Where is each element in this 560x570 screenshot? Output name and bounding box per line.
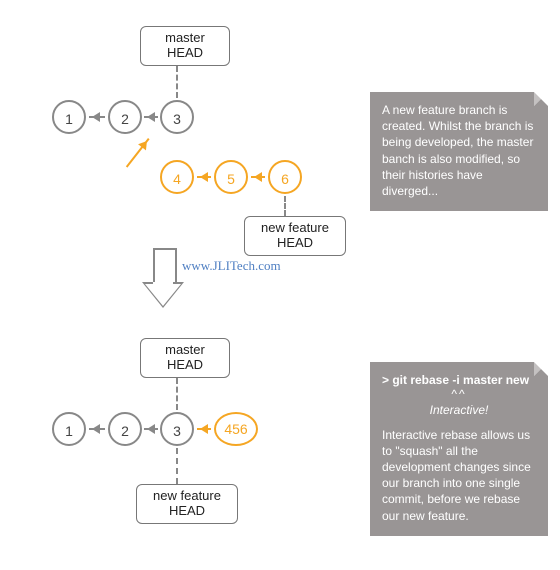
commit-node-feature: 6 (268, 160, 302, 194)
note-arrows-icon: ^^ (382, 386, 536, 402)
commit-label: 4 (173, 171, 181, 187)
dashed-line-master-bottom (176, 378, 178, 410)
diagram-root: masterHEAD 1 2 3 4 5 6 new featureHEAD A… (0, 0, 560, 570)
commit-label: 1 (65, 423, 73, 439)
note-text-top: A new feature branch is created. Whilst … (382, 103, 533, 198)
commit-label: 2 (121, 423, 129, 439)
arrow-left-icon (89, 428, 105, 430)
feature-head-label-bottom: new featureHEAD (153, 488, 221, 518)
commit-label: 3 (173, 423, 181, 439)
commit-node-squashed: 456 (214, 412, 258, 446)
arrow-left-icon (144, 428, 158, 430)
commit-node-feature: 5 (214, 160, 248, 194)
commit-label: 456 (224, 421, 247, 437)
arrow-left-icon (197, 428, 211, 430)
dashed-line-master-top (176, 66, 178, 98)
arrow-left-icon (144, 116, 158, 118)
commit-node: 1 (52, 100, 86, 134)
feature-head-label-top: new featureHEAD (261, 220, 329, 250)
master-head-label-top: masterHEAD (165, 30, 205, 60)
master-head-box-bottom: masterHEAD (140, 338, 230, 378)
master-head-box-top: masterHEAD (140, 26, 230, 66)
commit-node-feature: 4 (160, 160, 194, 194)
master-head-label-bottom: masterHEAD (165, 342, 205, 372)
note-box-bottom: > git rebase -i master new ^^ Interactiv… (370, 362, 548, 536)
arrow-left-icon (197, 176, 211, 178)
commit-node: 2 (108, 100, 142, 134)
commit-label: 2 (121, 111, 129, 127)
note-body: Interactive rebase allows us to "squash"… (382, 428, 531, 523)
commit-node: 2 (108, 412, 142, 446)
note-interactive-label: Interactive! (382, 402, 536, 418)
commit-node: 3 (160, 412, 194, 446)
commit-label: 6 (281, 171, 289, 187)
feature-head-box-bottom: new featureHEAD (136, 484, 238, 524)
arrow-left-icon (89, 116, 105, 118)
commit-label: 5 (227, 171, 235, 187)
dashed-line-feature-top (284, 196, 286, 216)
feature-head-box-top: new featureHEAD (244, 216, 346, 256)
note-command: > git rebase -i master new (382, 373, 529, 387)
watermark-text: www.JLITech.com (182, 258, 281, 274)
flow-arrow-down-icon (145, 248, 181, 312)
arrow-left-icon (251, 176, 265, 178)
commit-node: 1 (52, 412, 86, 446)
dashed-line-feature-bottom (176, 448, 178, 484)
commit-label: 1 (65, 111, 73, 127)
commit-node: 3 (160, 100, 194, 134)
arrow-diagonal-icon (126, 138, 150, 168)
commit-label: 3 (173, 111, 181, 127)
note-box-top: A new feature branch is created. Whilst … (370, 92, 548, 211)
